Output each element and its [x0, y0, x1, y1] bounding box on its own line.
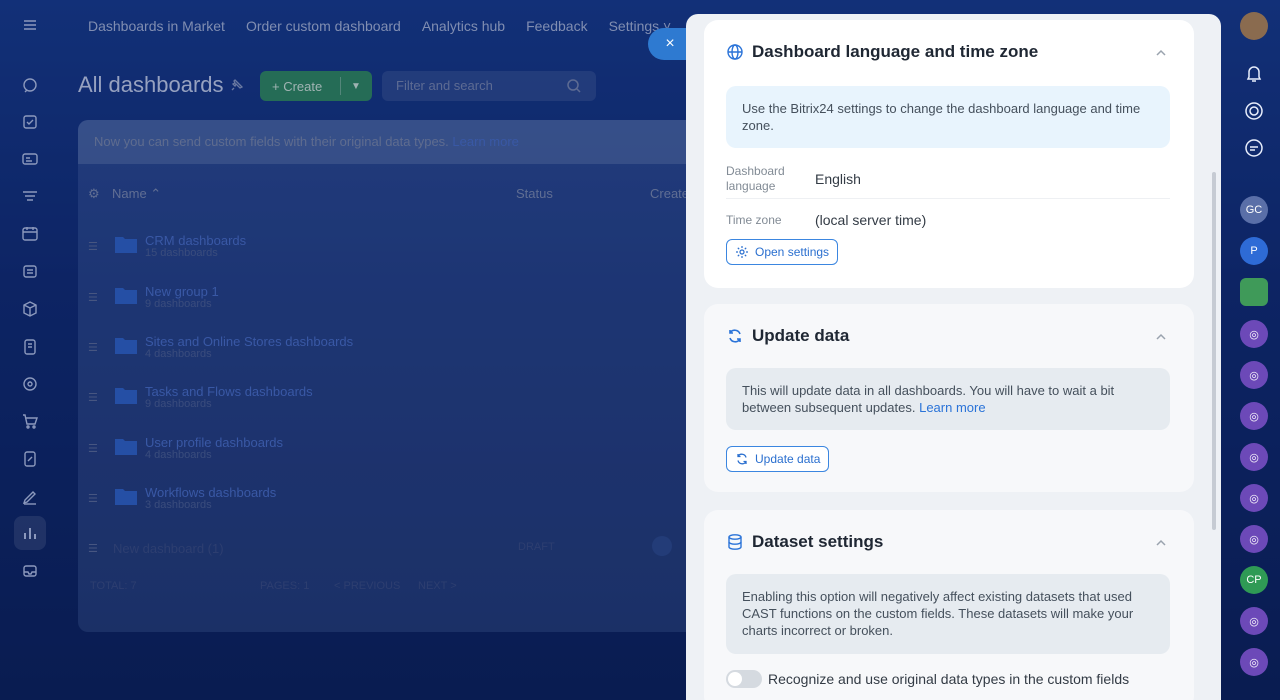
language-card-title: Dashboard language and time zone — [752, 42, 1039, 61]
right-sidebar: GC P ◎ ◎ ◎ ◎ ◎ ◎ CP ◎ ◎ — [1230, 0, 1280, 700]
channel-icon[interactable]: ◎ — [1240, 607, 1268, 635]
dataset-card-header[interactable]: Dataset settings — [726, 532, 883, 552]
language-info-box: Use the Bitrix24 settings to change the … — [726, 86, 1170, 148]
channel-icon[interactable]: ◎ — [1240, 320, 1268, 348]
dataset-info-box: Enabling this option will negatively aff… — [726, 574, 1170, 654]
chevron-up-icon[interactable] — [1154, 330, 1168, 344]
dataset-card-title: Dataset settings — [752, 532, 884, 551]
copilot-icon[interactable] — [1243, 100, 1265, 122]
timezone-label: Time zone — [726, 213, 782, 227]
update-data-label: Update data — [755, 452, 821, 466]
channel-icon[interactable]: ◎ — [1240, 402, 1268, 430]
language-label: Dashboard language — [726, 164, 785, 193]
channel-icon[interactable]: ◎ — [1240, 525, 1268, 553]
bell-icon[interactable] — [1243, 62, 1265, 84]
language-value: English — [815, 171, 861, 187]
update-card-title: Update data — [752, 326, 850, 345]
avatar-cp[interactable]: CP — [1240, 566, 1268, 594]
original-data-types-toggle[interactable] — [726, 670, 762, 688]
language-card-header[interactable]: Dashboard language and time zone — [726, 42, 1038, 62]
open-settings-label: Open settings — [755, 245, 830, 259]
refresh-icon — [737, 453, 747, 465]
refresh-icon — [726, 327, 744, 345]
globe-icon — [726, 43, 744, 61]
field-divider — [726, 198, 1170, 199]
timezone-value: (local server time) — [815, 212, 927, 228]
avatar-p[interactable]: P — [1240, 237, 1268, 265]
language-timezone-card: Dashboard language and time zone Use the… — [704, 20, 1194, 288]
messages-icon[interactable] — [1243, 137, 1265, 159]
open-settings-button[interactable]: Open settings — [726, 239, 839, 265]
update-card-header[interactable]: Update data — [726, 326, 849, 346]
dataset-settings-card: Dataset settings Enabling this option wi… — [704, 510, 1194, 700]
database-icon — [726, 533, 744, 551]
settings-slider: Dashboard language and time zone Use the… — [686, 14, 1221, 700]
channel-icon[interactable]: ◎ — [1240, 648, 1268, 676]
update-data-button[interactable]: Update data — [726, 446, 830, 472]
chevron-up-icon[interactable] — [1154, 536, 1168, 550]
channel-icon[interactable]: ◎ — [1240, 443, 1268, 471]
chevron-up-icon[interactable] — [1154, 46, 1168, 60]
update-data-card: Update data This will update data in all… — [704, 304, 1194, 492]
update-info-box: This will update data in all dashboards.… — [726, 368, 1170, 430]
avatar-gc[interactable]: GC — [1240, 196, 1268, 224]
channel-icon[interactable]: ◎ — [1240, 484, 1268, 512]
slider-scrollbar[interactable] — [1212, 172, 1216, 530]
update-learn-more-link[interactable]: Learn more — [919, 400, 985, 415]
contact-card-icon[interactable] — [1240, 278, 1268, 306]
original-data-types-label[interactable]: Recognize and use original data types in… — [768, 671, 1129, 687]
gear-icon — [736, 246, 748, 258]
channel-icon[interactable]: ◎ — [1240, 361, 1268, 389]
user-avatar[interactable] — [1240, 12, 1268, 40]
